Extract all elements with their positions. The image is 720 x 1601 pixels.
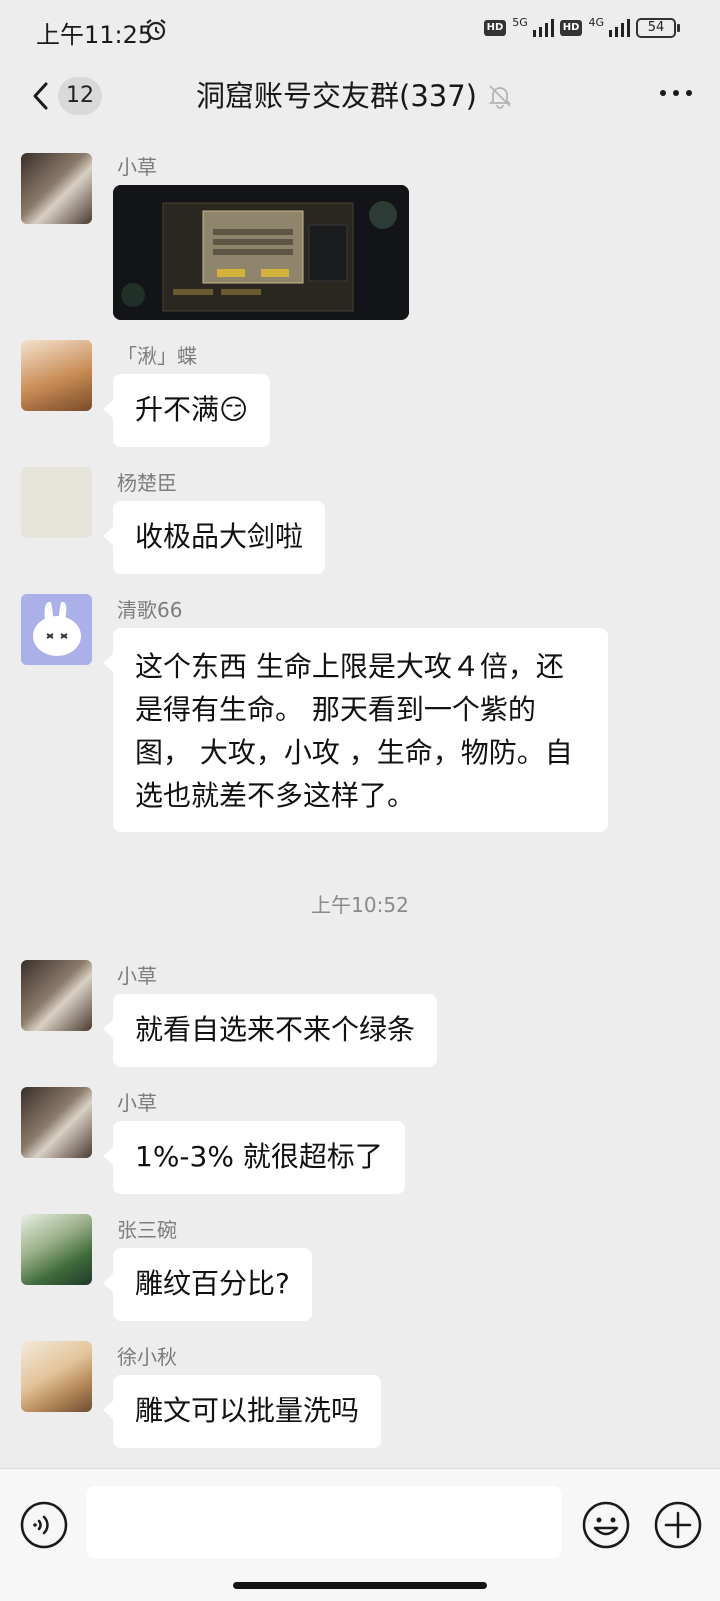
- sender-name: 小草: [117, 155, 157, 179]
- avatar[interactable]: [21, 467, 92, 538]
- sender-name: 「湫」蝶: [117, 344, 197, 368]
- sender-name: 徐小秋: [117, 1345, 177, 1369]
- hd-badge-1: HD: [483, 20, 507, 36]
- image-message[interactable]: [113, 185, 409, 320]
- avatar[interactable]: [21, 340, 92, 411]
- time-divider: 上午10:52: [311, 893, 409, 917]
- chat-header: 12 洞窟账号交友群(337): [0, 60, 720, 132]
- message-bubble[interactable]: 就看自选来不来个绿条: [102, 994, 438, 1067]
- network-5g: 5G: [512, 15, 528, 29]
- more-options-icon[interactable]: [660, 90, 692, 96]
- sender-name: 清歌66: [117, 598, 183, 622]
- home-indicator[interactable]: [233, 1582, 487, 1589]
- avatar[interactable]: [21, 1087, 92, 1158]
- voice-input-icon[interactable]: [20, 1501, 68, 1549]
- message-bubble[interactable]: 雕文可以批量洗吗: [102, 1375, 382, 1448]
- signal-icon-2: [609, 19, 630, 37]
- bunny-avatar-icon: [21, 594, 92, 665]
- game-screenshot-thumbnail: [113, 185, 409, 320]
- mute-bell-icon: [488, 85, 512, 109]
- network-4g: 4G: [588, 15, 604, 29]
- back-arrow-icon[interactable]: [26, 76, 56, 116]
- status-time: 上午11:25: [36, 21, 154, 49]
- signal-icon-1: [532, 19, 554, 37]
- avatar[interactable]: [21, 594, 92, 665]
- avatar[interactable]: [21, 960, 92, 1031]
- message-bubble[interactable]: 雕纹百分比?: [103, 1248, 312, 1321]
- alarm-icon: [146, 19, 166, 41]
- emoji-icon[interactable]: [581, 1500, 631, 1550]
- title-group: 洞窟账号交友群(337): [196, 76, 513, 116]
- sender-name: 张三碗: [117, 1218, 177, 1242]
- group-title: 洞窟账号交友群(337): [196, 79, 477, 113]
- sender-name: 小草: [117, 964, 157, 988]
- hd-badge-2: HD: [559, 20, 583, 36]
- message-input[interactable]: [86, 1486, 562, 1558]
- battery-indicator: 54: [636, 18, 680, 38]
- message-bubble[interactable]: 1%-3% 就很超标了: [103, 1121, 405, 1194]
- sender-name: 小草: [117, 1091, 157, 1115]
- avatar[interactable]: [21, 153, 92, 224]
- avatar[interactable]: [21, 1214, 92, 1285]
- message-bubble[interactable]: 升不满😏: [102, 374, 271, 447]
- message-bubble[interactable]: 这个东西 生命上限是大攻４倍，还是得有生命。 那天看到一个紫的图， 大攻，小攻 …: [103, 628, 608, 832]
- status-bar: 上午11:25 HD 5G HD 4G 54: [0, 0, 720, 60]
- message-bubble[interactable]: 收极品大剑啦: [102, 501, 326, 574]
- unread-count-badge[interactable]: 12: [58, 77, 102, 115]
- plus-icon[interactable]: [653, 1500, 703, 1550]
- avatar[interactable]: [21, 1341, 92, 1412]
- sender-name: 杨楚臣: [117, 471, 177, 495]
